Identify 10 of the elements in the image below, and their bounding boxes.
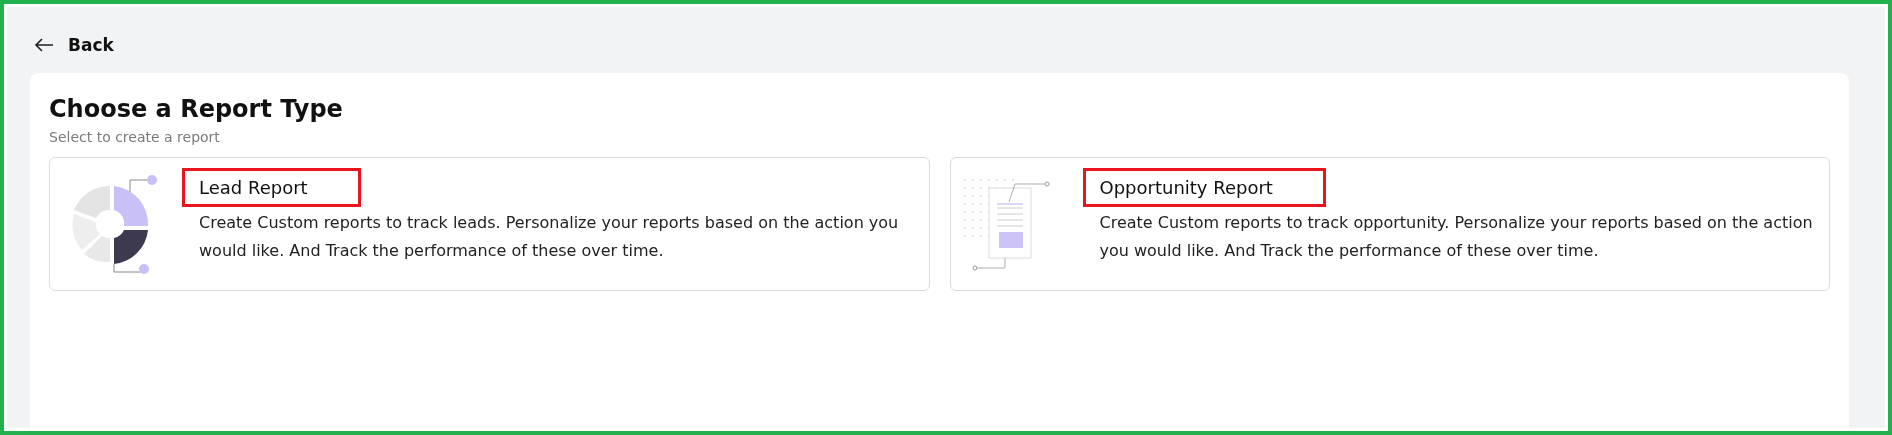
card-description: Create Custom reports to track opportunity. Personalize your reports based on the action you would like. And Track the performance of these over time. [1098,212,1814,262]
card-description: Create Custom reports to track leads. Personalize your reports based on the action you would like. And Track the performance of these over time. [198,212,900,262]
card-title: Lead Report [182,168,361,207]
report-type-card[interactable]: Opportunity Report Create Custom reports to track opportunity. Personalize your reports based on the action you would like. And Track the performance of these over time. [949,157,1830,291]
report-type-card[interactable]: Lead Report Create Custom reports to track leads. Personalize your reports based on the action you would like. And Track the performance of these over time. [49,157,930,291]
page-subtitle: Select to create a report [49,129,221,145]
page-title: Choose a Report Type [49,95,344,123]
card-title: Opportunity Report [1082,168,1326,207]
back-button[interactable]: Back [30,27,118,63]
arrow-left-icon [34,37,54,53]
